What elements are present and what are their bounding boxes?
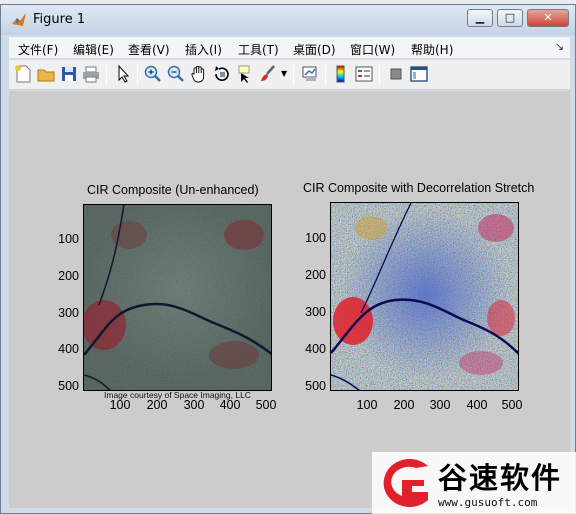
menu-desktop[interactable]: 桌面(D) [293,41,336,58]
window-title: Figure 1 [33,12,86,27]
title-bar: Figure 1 ▁ □ ✕ [1,5,575,35]
left-axes-title: CIR Composite (Un-enhanced) [87,183,259,197]
zoom-in-icon[interactable] [143,64,163,84]
figure-window: Figure 1 ▁ □ ✕ 文件(F) 编辑(E) 查看(V) 插入(I) 工… [0,4,576,514]
maximize-button[interactable]: □ [497,9,523,27]
left-image-cir-composite[interactable] [83,204,272,391]
menu-window[interactable]: 窗口(W) [350,41,395,58]
right-ytick-300: 300 [305,305,326,319]
watermark-url: www.gusuoft.com [438,496,538,509]
data-cursor-icon[interactable] [235,64,255,84]
new-figure-icon[interactable] [13,64,33,84]
hide-plot-tools-icon[interactable] [386,64,406,84]
show-plot-tools-icon[interactable] [409,64,429,84]
left-ytick-200: 200 [58,269,79,283]
left-ytick-300: 300 [58,306,79,320]
brush-icon[interactable] [258,64,278,84]
right-ytick-200: 200 [305,268,326,282]
left-xtick-400: 400 [219,398,241,412]
save-icon[interactable] [59,64,79,84]
open-file-icon[interactable] [36,64,56,84]
toolbar-separator [379,65,380,85]
link-plot-icon[interactable] [300,64,320,84]
menu-view[interactable]: 查看(V) [128,41,170,58]
brush-dropdown-icon[interactable]: ▼ [281,64,289,84]
menu-dock-arrow-icon[interactable]: ↘ [555,40,564,53]
colorbar-icon[interactable] [331,64,351,84]
matlab-logo-icon [12,13,26,26]
right-image-decorrelation-stretch[interactable] [330,202,519,391]
left-xtick-500: 500 [255,398,277,412]
toolbar-separator [325,65,326,85]
right-image-render [331,203,518,390]
left-ytick-100: 100 [58,232,79,246]
menu-bar: 文件(F) 编辑(E) 查看(V) 插入(I) 工具(T) 桌面(D) 窗口(W… [9,37,570,59]
zoom-out-icon[interactable] [166,64,186,84]
figure-canvas: CIR Composite (Un-enhanced) 100 200 300 … [9,91,570,508]
left-ytick-500: 500 [58,379,79,393]
left-xtick-100: 100 [109,398,131,412]
toolbar-separator [137,65,138,85]
close-button[interactable]: ✕ [527,9,569,27]
print-icon[interactable] [81,64,101,84]
watermark-name: 谷速软件 [438,461,563,495]
minimize-button[interactable]: ▁ [467,9,493,27]
figure-toolbar: ▼ [9,60,570,90]
legend-icon[interactable] [354,64,374,84]
menu-edit[interactable]: 编辑(E) [73,41,114,58]
toolbar-separator [106,65,107,85]
pan-hand-icon[interactable] [189,64,209,84]
right-xtick-100: 100 [356,398,378,412]
right-xtick-500: 500 [501,398,523,412]
menu-file[interactable]: 文件(F) [18,41,58,58]
right-ytick-400: 400 [305,342,326,356]
rotate-3d-icon[interactable] [212,64,232,84]
right-xtick-400: 400 [466,398,488,412]
right-axes-title: CIR Composite with Decorrelation Stretch [303,181,535,195]
right-xtick-200: 200 [393,398,415,412]
left-xtick-300: 300 [183,398,205,412]
right-ytick-500: 500 [305,379,326,393]
select-arrow-icon[interactable] [113,64,133,84]
menu-insert[interactable]: 插入(I) [185,41,222,58]
toolbar-separator [293,65,294,85]
left-image-render [84,205,271,390]
left-ytick-400: 400 [58,342,79,356]
menu-tools[interactable]: 工具(T) [238,41,279,58]
left-xtick-200: 200 [146,398,168,412]
right-ytick-100: 100 [305,231,326,245]
right-xtick-300: 300 [429,398,451,412]
menu-help[interactable]: 帮助(H) [411,41,453,58]
